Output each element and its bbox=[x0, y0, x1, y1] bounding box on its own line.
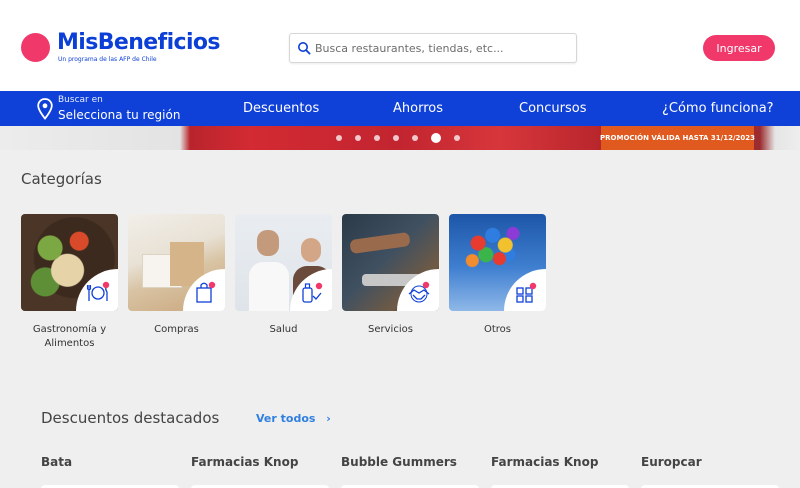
category-label: Gastronomía y Alimentos bbox=[32, 324, 107, 349]
logo-subtitle: Un programa de las AFP de Chile bbox=[58, 56, 157, 63]
search-box[interactable] bbox=[289, 33, 577, 63]
category-label: Otros bbox=[483, 324, 511, 335]
carousel-dot-active[interactable] bbox=[431, 133, 441, 143]
category-gastronomia[interactable]: Gastronomía y Alimentos bbox=[21, 214, 118, 351]
category-label: Salud bbox=[269, 324, 298, 335]
carousel-dot[interactable] bbox=[355, 135, 361, 141]
category-label: Compras bbox=[154, 324, 199, 335]
region-value: Selecciona tu región bbox=[58, 108, 181, 122]
nav-link-descuentos[interactable]: Descuentos bbox=[243, 101, 319, 116]
carousel-dot[interactable] bbox=[412, 135, 418, 141]
site-logo[interactable]: MisBeneficios Un programa de las AFP de … bbox=[20, 30, 230, 68]
category-label: Servicios bbox=[368, 324, 413, 335]
region-label: Buscar en bbox=[58, 95, 103, 105]
site-header: MisBeneficios Un programa de las AFP de … bbox=[0, 0, 800, 91]
shopping-bag-icon bbox=[196, 281, 216, 303]
login-button[interactable]: Ingresar bbox=[703, 35, 775, 61]
nav-link-ahorros[interactable]: Ahorros bbox=[393, 101, 443, 116]
category-badge bbox=[504, 269, 546, 311]
health-icon bbox=[302, 282, 323, 303]
logo-dot bbox=[21, 33, 50, 62]
category-compras[interactable]: Compras bbox=[128, 214, 225, 337]
location-pin-icon bbox=[37, 98, 53, 120]
brand-name[interactable]: Bata bbox=[41, 455, 72, 469]
logo-text: MisBeneficios bbox=[57, 30, 221, 55]
see-all-link[interactable]: Ver todos › bbox=[256, 412, 331, 425]
category-salud[interactable]: Salud bbox=[235, 214, 332, 337]
brand-name[interactable]: Farmacias Knop bbox=[191, 455, 298, 469]
category-servicios[interactable]: Servicios bbox=[342, 214, 439, 337]
promo-banner[interactable]: PROMOCIÓN VÁLIDA HASTA 31/12/2023 bbox=[0, 126, 800, 150]
category-image bbox=[128, 214, 225, 311]
featured-title: Descuentos destacados bbox=[41, 409, 220, 427]
categories-title: Categorías bbox=[21, 170, 102, 188]
category-otros[interactable]: Otros bbox=[449, 214, 546, 337]
carousel-dot[interactable] bbox=[336, 135, 342, 141]
handshake-icon bbox=[408, 281, 430, 303]
category-image bbox=[235, 214, 332, 311]
chevron-right-icon: › bbox=[326, 412, 331, 425]
search-input[interactable] bbox=[315, 34, 570, 62]
brand-name[interactable]: Farmacias Knop bbox=[491, 455, 598, 469]
category-image bbox=[21, 214, 118, 311]
category-image bbox=[342, 214, 439, 311]
carousel-dots bbox=[336, 132, 460, 144]
brand-name[interactable]: Europcar bbox=[641, 455, 702, 469]
promo-label: PROMOCIÓN VÁLIDA HASTA 31/12/2023 bbox=[600, 126, 755, 150]
nav-link-concursos[interactable]: Concursos bbox=[519, 101, 587, 116]
category-image bbox=[449, 214, 546, 311]
nav-link-como-funciona[interactable]: ¿Cómo funciona? bbox=[662, 101, 774, 116]
grid-icon bbox=[516, 282, 537, 303]
category-badge bbox=[76, 269, 118, 311]
utensils-icon bbox=[86, 281, 110, 301]
brand-name[interactable]: Bubble Gummers bbox=[341, 455, 457, 469]
main-nav: Buscar en Selecciona tu región Descuento… bbox=[0, 91, 800, 126]
carousel-dot[interactable] bbox=[393, 135, 399, 141]
carousel-dot[interactable] bbox=[454, 135, 460, 141]
carousel-dot[interactable] bbox=[374, 135, 380, 141]
see-all-label: Ver todos bbox=[256, 412, 316, 425]
search-icon bbox=[298, 42, 311, 55]
